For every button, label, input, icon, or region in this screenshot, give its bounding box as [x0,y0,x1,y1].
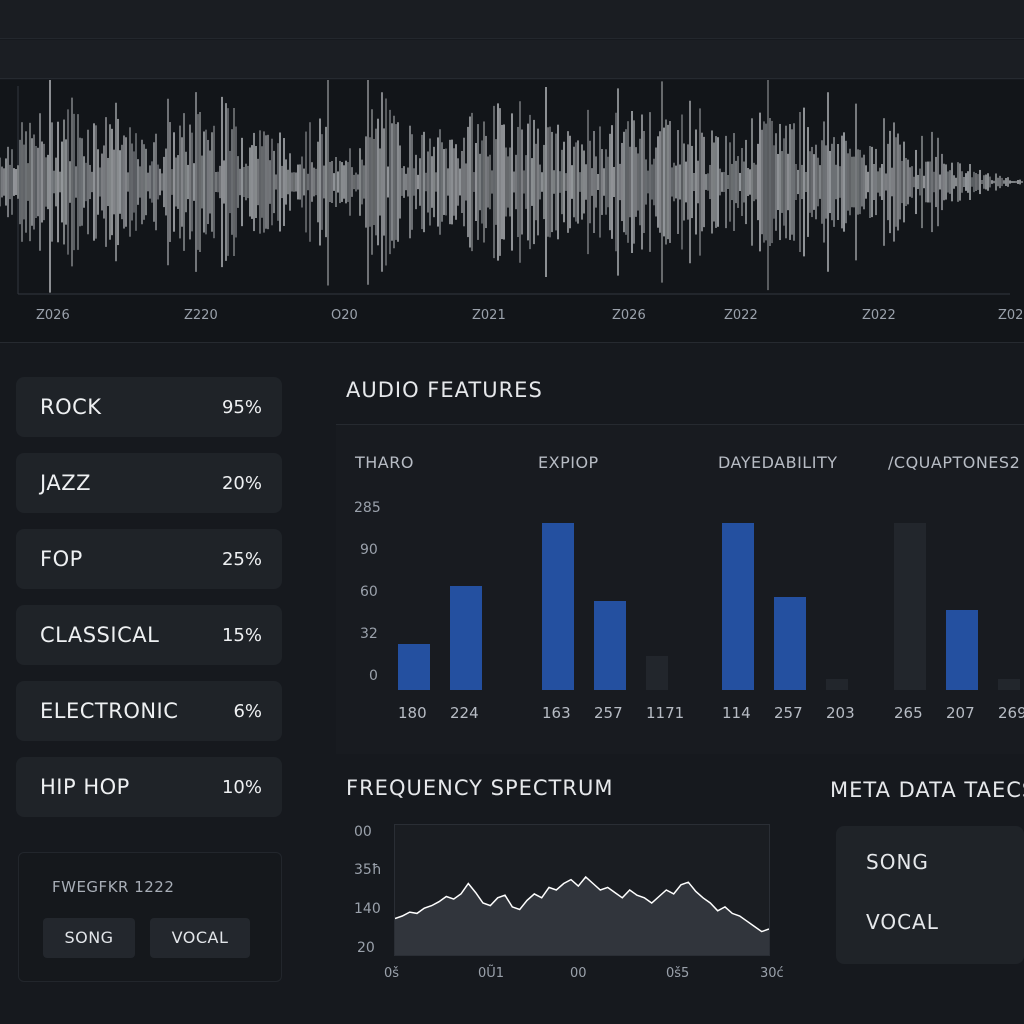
feature-x-tick: 269 [998,704,1024,722]
feature-bar [646,655,668,690]
metadata-card-title: FWEGFKR 1222 [52,878,175,896]
spectrum-x-tick: 0Ũ1 [478,966,505,981]
audio-features-title: AUDIO FEATURES [346,378,543,402]
feature-x-tick: 224 [450,704,479,722]
genre-card[interactable]: ROCK 95% [16,377,282,437]
feature-bar [542,522,574,690]
spectrum-area [395,877,769,955]
genre-card[interactable]: FOP 25% [16,529,282,589]
genre-percent: 95% [221,397,262,418]
feature-x-tick: 203 [826,704,855,722]
feature-label-expiop: EXPIOP [538,453,599,472]
metadata-tags-title: META DATA TAECS [830,778,1024,802]
spectrum-x-tick: 00 [570,966,587,981]
spectrum-y-tick: 140 [354,901,381,917]
feature-bar [774,596,806,690]
y-tick: 32 [360,626,378,642]
waveform-display[interactable] [0,80,1024,342]
metadata-card [18,852,282,982]
feature-bar [450,585,482,690]
spectrum-y-tick: 00 [354,824,372,840]
feature-x-tick: 265 [894,704,923,722]
song-button[interactable]: SONG [43,918,135,958]
genre-name: ELECTRONIC [40,699,179,723]
frequency-spectrum-plot [394,875,770,955]
time-label: Z026 [612,308,646,323]
time-label: Z02 [998,308,1024,323]
genre-name: JAZZ [40,471,91,495]
y-tick: 285 [354,500,381,516]
feature-bar [998,678,1020,690]
y-tick: 90 [360,542,378,558]
genre-percent: 25% [221,549,262,570]
genre-name: ROCK [40,395,102,419]
toolbar-band [0,40,1024,79]
feature-x-tick: 1171 [646,704,685,722]
genre-name: HIP HOP [40,775,130,799]
feature-x-tick: 257 [774,704,803,722]
tag-vocal[interactable]: VOCAL [866,910,939,934]
genre-name: CLASSICAL [40,623,160,647]
feature-bar [946,610,978,690]
genre-name: FOP [40,547,83,571]
feature-bar [594,600,626,690]
tag-song[interactable]: SONG [866,850,929,874]
frequency-spectrum-title: FREQUENCY SPECTRUM [346,776,614,800]
genre-card[interactable]: ELECTRONIC 6% [16,681,282,741]
feature-x-tick: 207 [946,704,975,722]
time-label: Z022 [724,308,758,323]
genre-percent: 15% [221,625,262,646]
genre-card[interactable]: HIP HOP 10% [16,757,282,817]
top-bar [0,0,1024,39]
spectrum-x-tick: 0š5 [666,966,690,981]
genre-percent: 10% [221,777,262,798]
feature-bar [826,678,848,690]
waveform-panel[interactable] [0,80,1024,343]
vocal-button[interactable]: VOCAL [150,918,250,958]
audio-features-divider [336,424,1024,425]
waveform-trace [0,80,1023,293]
time-label: Z220 [184,308,218,323]
feature-x-tick: 163 [542,704,571,722]
feature-x-tick: 114 [722,704,751,722]
feature-bar [722,522,754,690]
metadata-tags-panel [836,826,1024,964]
feature-bar [398,644,430,690]
genre-card[interactable]: JAZZ 20% [16,453,282,513]
time-label: Z021 [472,308,506,323]
feature-label-dayedability: DAYEDABILITY [718,453,838,472]
genre-percent: 20% [221,473,262,494]
time-label: O20 [331,308,358,323]
feature-bar [894,522,926,690]
genre-card[interactable]: CLASSICAL 15% [16,605,282,665]
time-label: Z026 [36,308,70,323]
spectrum-x-tick: 30ć [760,966,784,981]
time-label: Z022 [862,308,896,323]
spectrum-y-tick: 35ħ [354,862,382,878]
y-tick: 60 [360,584,378,600]
feature-label-cquaptones: /CQUAPTONES2 [888,453,1021,472]
spectrum-y-tick: 20 [357,940,375,956]
y-tick: 0 [369,668,378,684]
feature-x-tick: 257 [594,704,623,722]
feature-label-tharo: THARO [355,453,414,472]
feature-x-tick: 180 [398,704,427,722]
genre-percent: 6% [233,701,262,722]
frequency-spectrum-chart[interactable] [394,824,770,956]
spectrum-x-tick: 0š [384,966,400,981]
